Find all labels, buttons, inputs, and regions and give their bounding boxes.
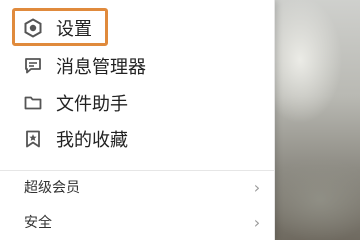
menu-divider [0,170,274,171]
folder-icon [22,92,44,114]
menu-item-label: 消息管理器 [56,57,146,78]
chevron-right-icon: › [253,177,261,197]
menu-item-label: 安全 [24,215,52,231]
menu-item-super-member[interactable]: 超级会员 › [0,173,274,201]
menu-item-security[interactable]: 安全 › [0,208,274,236]
menu-item-label: 文件助手 [56,94,128,115]
chevron-right-icon: › [253,212,261,232]
menu-item-message-manager[interactable]: 消息管理器 [0,48,274,84]
menu-item-file-assistant[interactable]: 文件助手 [0,85,274,121]
message-icon [22,55,44,77]
menu-item-label: 超级会员 [24,180,80,196]
hexagon-settings-icon [22,17,44,39]
menu-item-favorites[interactable]: 我的收藏 [0,121,274,157]
settings-menu: 设置 消息管理器 文件助手 我的收藏 超级会员 › 安全 › [0,0,275,240]
menu-item-settings[interactable]: 设置 [0,10,274,46]
menu-item-label: 我的收藏 [56,130,128,151]
menu-item-label: 设置 [56,19,92,40]
bookmark-star-icon [22,128,44,150]
